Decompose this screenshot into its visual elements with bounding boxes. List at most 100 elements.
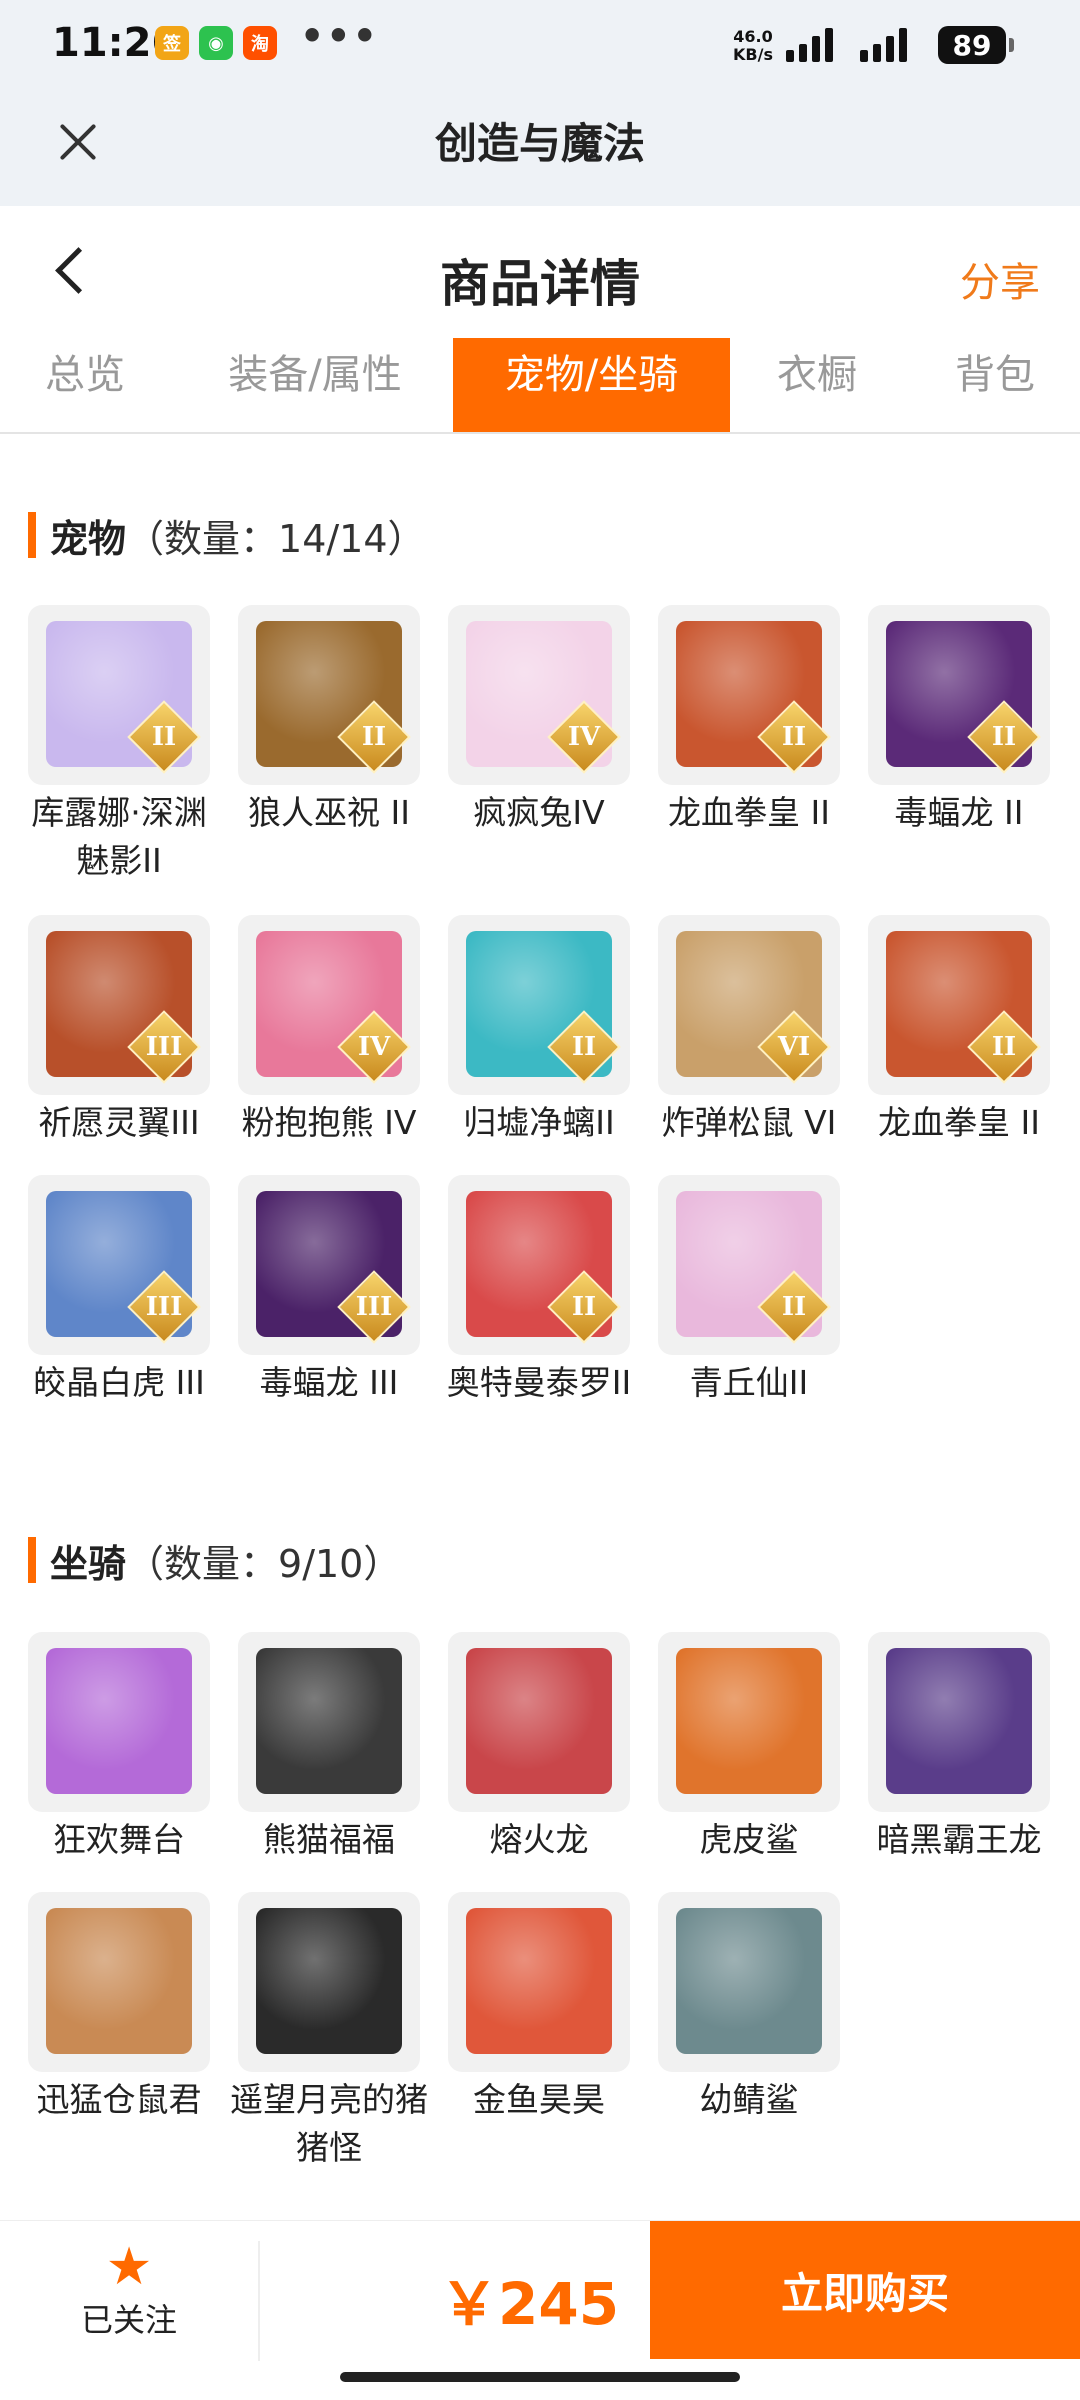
taobao-icon: 淘 <box>243 26 277 60</box>
tab-pets-mounts[interactable]: 宠物/坐骑 <box>453 338 730 432</box>
tier-badge-label: III <box>145 1292 183 1322</box>
tier-badge-label: II <box>571 1292 597 1322</box>
item-thumbnail: II <box>658 1175 840 1355</box>
item-thumbnail <box>448 1632 630 1812</box>
item-image <box>466 1648 612 1794</box>
item-thumbnail: III <box>28 1175 210 1355</box>
item-thumbnail <box>28 1632 210 1812</box>
item-thumbnail: III <box>28 915 210 1095</box>
item-name: 狼人巫祝 II <box>248 793 410 832</box>
signal-icon-2 <box>860 28 907 62</box>
grid-item[interactable]: II 库露娜·深渊魅影II <box>28 605 210 885</box>
grid-item[interactable]: II 归墟净螭II <box>448 915 630 1147</box>
item-thumbnail: IV <box>238 915 420 1095</box>
grid-item[interactable]: 幼鲭鲨 <box>658 1892 840 2124</box>
tab-wardrobe[interactable]: 衣橱 <box>757 338 877 432</box>
grid-item[interactable]: 熊猫福福 <box>238 1632 420 1864</box>
item-name: 龙血拳皇 II <box>878 1103 1040 1142</box>
item-name: 青丘仙II <box>689 1363 809 1402</box>
grid-item[interactable]: VI 炸弹松鼠 VI <box>658 915 840 1147</box>
grid-item[interactable]: III 祈愿灵翼III <box>28 915 210 1147</box>
item-image <box>466 1908 612 2054</box>
tab-bar: 总览 装备/属性 宠物/坐骑 衣橱 背包 <box>0 338 1080 434</box>
item-name: 熔火龙 <box>489 1820 589 1859</box>
item-thumbnail <box>28 1892 210 2072</box>
item-name: 熊猫福福 <box>263 1820 395 1859</box>
item-name: 毒蝠龙 III <box>259 1363 399 1402</box>
item-thumbnail: II <box>448 1175 630 1355</box>
tier-badge-label: II <box>781 1292 807 1322</box>
share-button[interactable]: 分享 <box>960 250 1040 308</box>
grid-item[interactable]: IV 疯疯兔IV <box>448 605 630 837</box>
item-name: 皎晶白虎 III <box>33 1363 205 1402</box>
grid-item[interactable]: III 皎晶白虎 III <box>28 1175 210 1407</box>
item-image <box>46 1648 192 1794</box>
tier-badge-label: IV <box>357 1032 391 1062</box>
grid-item[interactable]: 金鱼昊昊 <box>448 1892 630 2124</box>
item-image <box>46 1908 192 2054</box>
pets-section-title: 宠物 （数量：14/14） <box>28 510 426 561</box>
grid-item[interactable]: II 毒蝠龙 II <box>868 605 1050 837</box>
signal-icon <box>786 28 833 62</box>
grid-item[interactable]: II 狼人巫祝 II <box>238 605 420 837</box>
grid-item[interactable]: 暗黑霸王龙 <box>868 1632 1050 1864</box>
battery-icon: 89 <box>938 26 1014 64</box>
item-image <box>256 1908 402 2054</box>
tab-equipment[interactable]: 装备/属性 <box>205 338 425 432</box>
item-name: 龙血拳皇 II <box>668 793 830 832</box>
tab-backpack[interactable]: 背包 <box>930 338 1060 432</box>
item-name: 疯疯兔IV <box>473 793 605 832</box>
grid-item[interactable]: 狂欢舞台 <box>28 1632 210 1864</box>
item-name: 幼鲭鲨 <box>699 2080 799 2119</box>
mounts-section-title: 坐骑 （数量：9/10） <box>28 1535 401 1586</box>
app-bar: 创造与魔法 <box>0 90 1080 206</box>
item-thumbnail <box>238 1632 420 1812</box>
tab-overview[interactable]: 总览 <box>20 338 150 432</box>
follow-button[interactable]: ★ 已关注 <box>0 2239 258 2359</box>
grid-item[interactable]: II 青丘仙II <box>658 1175 840 1407</box>
item-name: 毒蝠龙 II <box>894 793 1024 832</box>
grid-item[interactable]: III 毒蝠龙 III <box>238 1175 420 1407</box>
page-header: 商品详情 分享 <box>0 206 1080 338</box>
tier-badge-label: II <box>991 1032 1017 1062</box>
wechat-icon: ◉ <box>199 26 233 60</box>
item-image <box>676 1648 822 1794</box>
tier-badge-label: II <box>781 722 807 752</box>
item-thumbnail: IV <box>448 605 630 785</box>
network-speed: 46.0 KB/s <box>733 28 773 64</box>
item-image <box>886 1648 1032 1794</box>
tier-badge-label: II <box>571 1032 597 1062</box>
item-name: 遥望月亮的猪猪怪 <box>230 2080 428 2167</box>
item-name: 金鱼昊昊 <box>473 2080 605 2119</box>
grid-item[interactable]: II 奥特曼泰罗II <box>447 1175 631 1407</box>
tier-badge-label: II <box>991 722 1017 752</box>
grid-item[interactable]: 虎皮鲨 <box>658 1632 840 1864</box>
grid-item[interactable]: II 龙血拳皇 II <box>658 605 840 837</box>
section-accent-bar <box>28 1537 36 1583</box>
item-name: 归墟净螭II <box>463 1103 615 1142</box>
item-thumbnail <box>868 1632 1050 1812</box>
grid-item[interactable]: 遥望月亮的猪猪怪 <box>230 1892 428 2172</box>
tier-badge-label: III <box>355 1292 393 1322</box>
page-title: 商品详情 <box>440 255 640 313</box>
item-thumbnail: II <box>448 915 630 1095</box>
grid-item[interactable]: 熔火龙 <box>448 1632 630 1864</box>
item-thumbnail: II <box>868 915 1050 1095</box>
item-image <box>676 1908 822 2054</box>
item-name: 炸弹松鼠 VI <box>661 1103 837 1142</box>
tier-badge-label: II <box>361 722 387 752</box>
item-name: 奥特曼泰罗II <box>446 1363 632 1402</box>
buy-now-button[interactable]: 立即购买 <box>650 2221 1080 2359</box>
section-count: （数量：14/14） <box>126 516 426 561</box>
app-title: 创造与魔法 <box>434 119 645 168</box>
section-name: 坐骑 <box>50 1541 127 1586</box>
divider <box>258 2241 260 2361</box>
more-notifications-icon: ••• <box>300 14 379 58</box>
item-name: 库露娜·深渊魅影II <box>31 793 207 880</box>
item-image <box>256 1648 402 1794</box>
grid-item[interactable]: II 龙血拳皇 II <box>868 915 1050 1147</box>
grid-item[interactable]: 迅猛仓鼠君 <box>28 1892 210 2124</box>
item-name: 虎皮鲨 <box>699 1820 799 1859</box>
grid-item[interactable]: IV 粉抱抱熊 IV <box>238 915 420 1147</box>
item-thumbnail: II <box>238 605 420 785</box>
